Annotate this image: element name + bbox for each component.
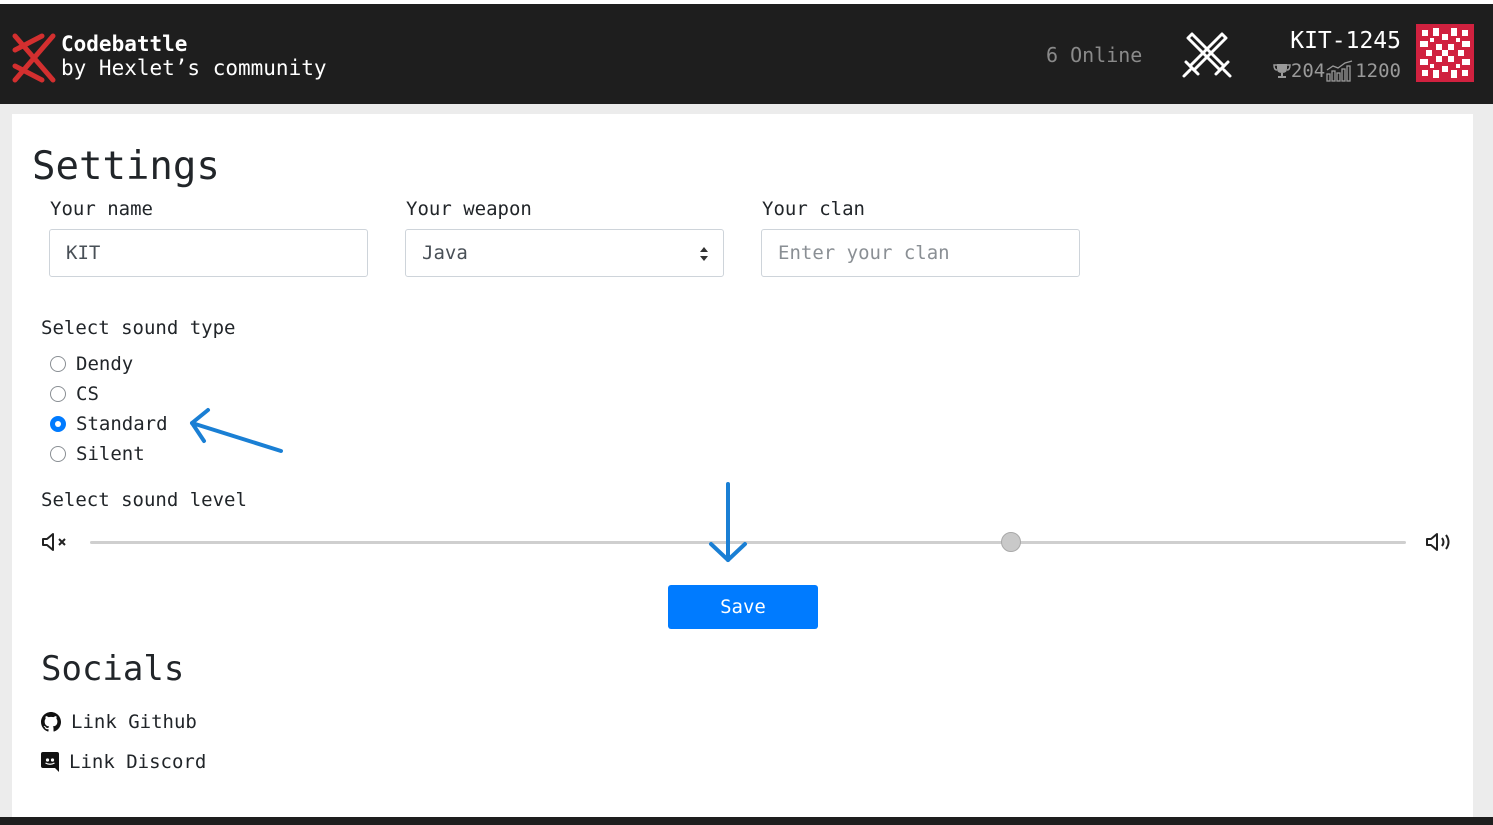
rating-chart-icon — [1326, 60, 1353, 82]
weapon-select[interactable]: Java — [405, 229, 724, 277]
weapon-selected-value: Java — [422, 242, 468, 264]
clan-input[interactable]: Enter your clan — [761, 229, 1080, 277]
clan-label: Your clan — [762, 198, 865, 220]
rating-value: 1200 — [1355, 60, 1401, 82]
sound-option-silent[interactable]: Silent — [50, 443, 145, 465]
sound-level-label: Select sound level — [41, 489, 247, 511]
github-icon — [41, 712, 61, 732]
weapon-label: Your weapon — [406, 198, 532, 220]
rank-value: 204 — [1290, 60, 1326, 82]
name-label: Your name — [50, 198, 153, 220]
sound-option-dendy[interactable]: Dendy — [50, 353, 133, 375]
online-count: 6 Online — [1046, 43, 1143, 67]
bottom-strip — [0, 817, 1493, 825]
page-title: Settings — [32, 144, 220, 189]
user-name[interactable]: KIT-1245 — [1290, 28, 1401, 54]
sound-option-standard[interactable]: Standard — [50, 413, 168, 435]
brand-subtitle: by Hexlet’s community — [61, 56, 327, 80]
select-caret-icon — [700, 247, 708, 261]
avatar-identicon[interactable] — [1416, 24, 1474, 82]
volume-icon[interactable] — [1425, 532, 1455, 552]
discord-icon — [41, 752, 59, 772]
navbar: Codebattle by Hexlet’s community 6 Onlin… — [0, 4, 1493, 104]
sound-option-label: Dendy — [76, 353, 134, 375]
sound-option-label: CS — [76, 383, 99, 405]
save-button[interactable]: Save — [668, 585, 818, 629]
link-github-button[interactable]: Link Github — [41, 711, 197, 733]
settings-card: Settings Your name KIT Your weapon Java … — [12, 114, 1473, 825]
mute-icon[interactable] — [41, 532, 71, 552]
radio-standard[interactable] — [50, 416, 66, 432]
socials-title: Socials — [41, 649, 185, 689]
sound-level-thumb[interactable] — [1001, 532, 1022, 552]
annotation-arrow-down-icon — [709, 482, 747, 562]
radio-dendy[interactable] — [50, 356, 66, 372]
github-link-label: Link Github — [71, 711, 197, 733]
name-field[interactable]: KIT — [49, 229, 368, 277]
link-discord-button[interactable]: Link Discord — [41, 751, 206, 773]
sound-type-label: Select sound type — [41, 317, 236, 339]
annotation-arrow-left-icon — [190, 408, 283, 453]
brand-title[interactable]: Codebattle — [61, 32, 187, 56]
radio-cs[interactable] — [50, 386, 66, 402]
discord-link-label: Link Discord — [69, 751, 207, 773]
sound-option-cs[interactable]: CS — [50, 383, 99, 405]
codebattle-logo-icon[interactable] — [12, 32, 56, 84]
user-stats: 204 1200 — [1273, 60, 1401, 82]
radio-silent[interactable] — [50, 446, 66, 462]
sound-option-label: Standard — [76, 413, 168, 435]
trophy-icon — [1273, 64, 1291, 78]
crossed-swords-icon[interactable] — [1180, 32, 1234, 84]
sound-option-label: Silent — [76, 443, 145, 465]
